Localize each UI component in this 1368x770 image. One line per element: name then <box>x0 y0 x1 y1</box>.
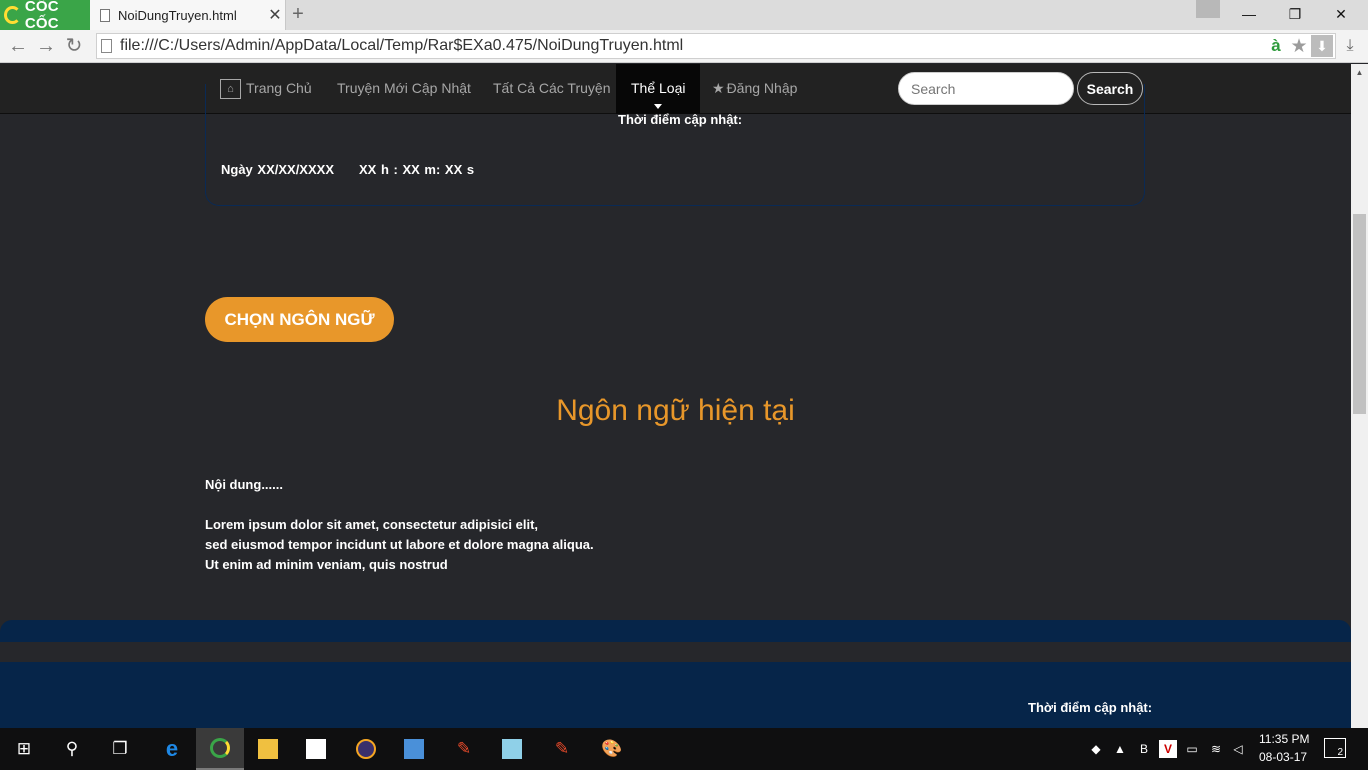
scroll-up-icon[interactable]: ▲ <box>1351 64 1368 81</box>
virtualbox-icon[interactable] <box>390 728 438 770</box>
page-viewport: ⌂ Trang Chủ Truyện Mới Cập Nhật Tất Cả Cá… <box>0 64 1351 728</box>
coccoc-browser-icon[interactable] <box>196 728 244 770</box>
browser-brand-button[interactable]: CỐC CỐC <box>0 0 90 32</box>
forward-arrow-icon[interactable]: → <box>34 34 58 58</box>
browser-tab[interactable]: NoiDungTruyen.html ✕ <box>90 0 286 30</box>
url-text[interactable]: file:///C:/Users/Admin/AppData/Local/Tem… <box>120 37 1265 55</box>
restore-button[interactable]: ❐ <box>1272 2 1318 26</box>
content-line: sed eiusmod tempor incidunt ut labore et… <box>205 537 594 552</box>
notification-center-icon[interactable]: 2 <box>1324 738 1346 758</box>
paint-icon[interactable]: 🎨 <box>588 728 636 770</box>
task-view-icon[interactable]: ❐ <box>96 728 144 770</box>
footer-update-label: Thời điểm cập nhật: <box>1028 700 1153 715</box>
minimize-button[interactable]: — <box>1226 2 1272 26</box>
content-line: Lorem ipsum dolor sit amet, consectetur … <box>205 517 539 532</box>
notebook-app-icon[interactable] <box>488 728 536 770</box>
coccoc-logo-icon <box>4 6 21 24</box>
translate-icon[interactable]: à <box>1265 36 1287 56</box>
browser-tab-strip: CỐC CỐC NoiDungTruyen.html ✕ + — ❐ ✕ <box>0 0 1368 32</box>
content-title: Nội dung...... <box>205 477 283 492</box>
store-icon[interactable] <box>292 728 340 770</box>
page-icon <box>100 8 110 22</box>
download-extension-icon[interactable]: ⬇ <box>1311 35 1333 57</box>
new-tab-button[interactable]: + <box>288 3 308 26</box>
update-panel: Thời điểm cập nhật: Ngày XX/XX/XXXX XX h… <box>205 84 1145 206</box>
update-label: Thời điểm cập nhật: <box>618 112 743 127</box>
windows-start-icon[interactable]: ⊞ <box>0 728 48 770</box>
unikey-tray-icon[interactable]: B <box>1135 740 1153 758</box>
edge-browser-icon[interactable]: e <box>148 728 196 770</box>
wifi-tray-icon[interactable]: ≋ <box>1207 740 1225 758</box>
clock-time[interactable]: 11:35 PM <box>1259 732 1309 746</box>
browser-toolbar: ← → ↻ file:///C:/Users/Admin/AppData/Loc… <box>0 30 1368 63</box>
footer-band <box>0 620 1351 642</box>
browser-brand-label: CỐC CỐC <box>24 0 59 32</box>
address-bar[interactable]: file:///C:/Users/Admin/AppData/Local/Tem… <box>96 33 1336 59</box>
footer: Thời điểm cập nhật: <box>0 662 1351 728</box>
windows-taskbar: ⊞ ⚲ ❐ e ✎ ✎ 🎨 ◆ ▲ B V ▭ ≋ ◁ 11:35 PM 08-… <box>0 728 1368 770</box>
update-time: XX h : XX m: XX s <box>359 162 475 177</box>
volume-tray-icon[interactable]: ◁ <box>1229 740 1247 758</box>
close-window-button[interactable]: ✕ <box>1318 2 1364 26</box>
dropbox-tray-icon[interactable]: ◆ <box>1087 740 1105 758</box>
pen-app-2-icon[interactable]: ✎ <box>538 728 586 770</box>
back-arrow-icon[interactable]: ← <box>6 34 30 58</box>
content-line: Ut enim ad minim veniam, quis nostrud <box>205 557 448 572</box>
battery-tray-icon[interactable]: ▭ <box>1183 740 1201 758</box>
choose-language-button[interactable]: CHỌN NGÔN NGỮ <box>205 297 394 342</box>
clock-date[interactable]: 08-03-17 <box>1259 750 1307 764</box>
search-icon[interactable]: ⚲ <box>48 728 96 770</box>
downloads-icon[interactable]: ⤓ <box>1340 37 1360 57</box>
update-date: Ngày XX/XX/XXXX <box>221 162 334 177</box>
reload-icon[interactable]: ↻ <box>62 34 86 58</box>
pen-app-icon[interactable]: ✎ <box>440 728 488 770</box>
eclipse-icon[interactable] <box>342 728 390 770</box>
antivirus-tray-icon[interactable]: V <box>1159 740 1177 758</box>
tab-title: NoiDungTruyen.html <box>118 7 237 23</box>
page-icon <box>101 39 112 53</box>
current-language-heading: Ngôn ngữ hiện tại <box>556 394 795 427</box>
bookmark-star-icon[interactable]: ★ <box>1287 35 1311 58</box>
tab-close-icon[interactable]: ✕ <box>265 5 285 25</box>
scroll-thumb[interactable] <box>1353 214 1366 414</box>
user-profile-icon[interactable] <box>1196 0 1220 18</box>
drive-tray-icon[interactable]: ▲ <box>1111 740 1129 758</box>
vertical-scrollbar[interactable]: ▲ <box>1351 64 1368 728</box>
file-explorer-icon[interactable] <box>244 728 292 770</box>
